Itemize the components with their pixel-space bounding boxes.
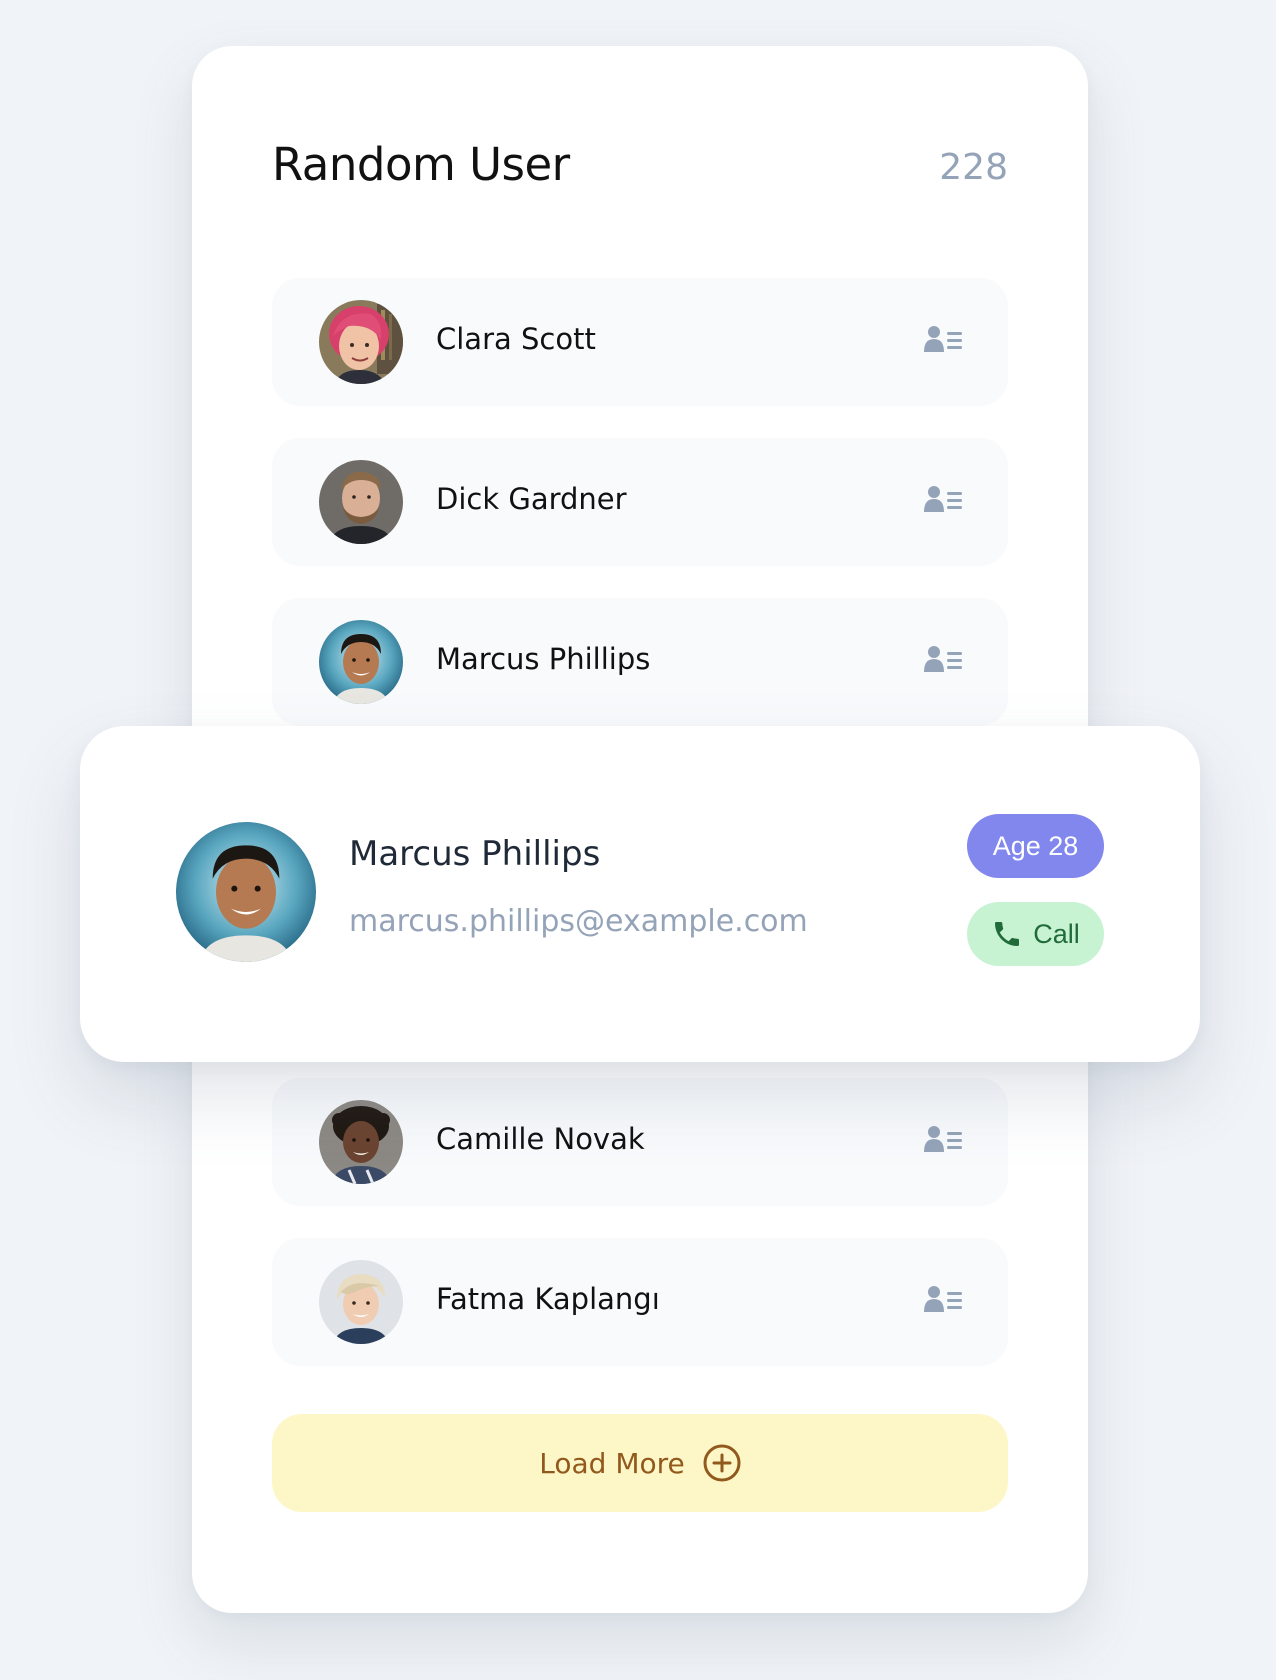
user-row[interactable]: Camille Novak	[272, 1078, 1008, 1206]
user-name: Clara Scott	[436, 322, 596, 356]
call-button[interactable]: Call	[967, 902, 1104, 966]
selected-user-name: Marcus Phillips	[349, 834, 601, 874]
user-name: Marcus Phillips	[436, 642, 651, 676]
user-avatar	[319, 1260, 403, 1344]
load-more-button[interactable]: Load More	[272, 1414, 1008, 1512]
contact-card-icon[interactable]	[924, 644, 962, 674]
contact-card-icon[interactable]	[924, 1124, 962, 1154]
page-title: Random User	[272, 138, 570, 191]
user-row[interactable]: Clara Scott	[272, 278, 1008, 406]
user-row[interactable]: Dick Gardner	[272, 438, 1008, 566]
user-row[interactable]: Marcus Phillips	[272, 598, 1008, 726]
call-label: Call	[1033, 918, 1080, 949]
load-more-label: Load More	[539, 1446, 685, 1480]
selected-user-avatar	[176, 822, 316, 962]
user-count: 228	[939, 147, 1008, 188]
age-badge: Age 28	[967, 814, 1104, 878]
plus-circle-icon	[703, 1444, 741, 1482]
user-name: Dick Gardner	[436, 482, 627, 516]
user-name: Fatma Kaplangı	[436, 1282, 660, 1316]
user-row[interactable]: Fatma Kaplangı	[272, 1238, 1008, 1366]
selected-user-email: marcus.phillips@example.com	[349, 904, 808, 939]
contact-card-icon[interactable]	[924, 484, 962, 514]
user-avatar	[319, 460, 403, 544]
user-avatar	[319, 620, 403, 704]
user-avatar	[319, 1100, 403, 1184]
user-avatar	[319, 300, 403, 384]
user-detail-card: Marcus Phillips marcus.phillips@example.…	[80, 726, 1200, 1062]
user-name: Camille Novak	[436, 1122, 645, 1156]
contact-card-icon[interactable]	[924, 324, 962, 354]
phone-icon	[995, 922, 1020, 946]
contact-card-icon[interactable]	[924, 1284, 962, 1314]
